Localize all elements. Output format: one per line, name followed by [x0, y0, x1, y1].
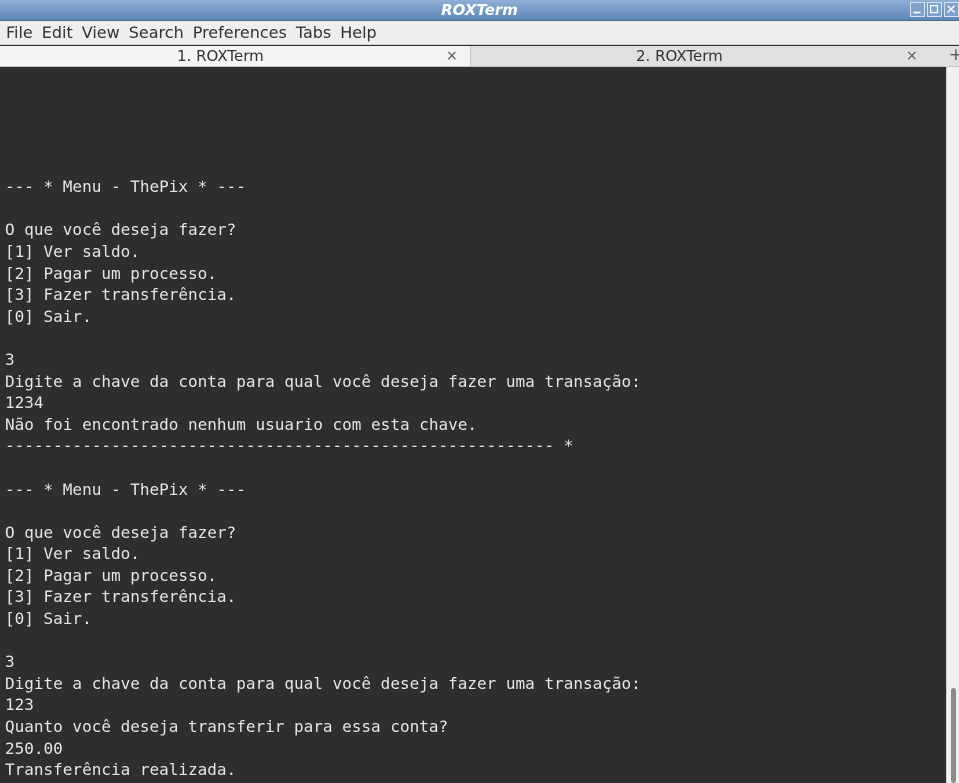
tab-label: 2. ROXTerm [636, 47, 723, 65]
terminal-line: O que você deseja fazer? [5, 220, 237, 240]
tab-roxterm-2[interactable]: 2. ROXTerm × + [471, 45, 959, 66]
tab-close-icon[interactable]: × [446, 46, 458, 66]
terminal-line: 250.00 [5, 738, 63, 758]
scrollbar[interactable] [946, 67, 959, 783]
close-icon [947, 5, 956, 14]
terminal-line: Não foi encontrado nenhum usuario com es… [5, 414, 478, 434]
terminal-line: [1] Ver saldo. [5, 241, 140, 261]
scrollbar-thumb[interactable] [951, 688, 956, 783]
terminal-line: O que você deseja fazer? [5, 522, 237, 542]
maximize-icon [929, 4, 939, 14]
menu-file[interactable]: File [2, 21, 38, 45]
window-title: ROXTerm [441, 1, 518, 19]
tab-label: 1. ROXTerm [177, 47, 264, 65]
menu-search[interactable]: Search [125, 21, 189, 45]
maximize-button[interactable] [927, 2, 942, 17]
minimize-icon [913, 11, 921, 14]
window-controls [908, 2, 959, 18]
terminal-text: --- * Menu - ThePix * --- O que você dese… [5, 176, 641, 781]
terminal-line: ----------------------------------------… [5, 436, 574, 456]
terminal-line: --- * Menu - ThePix * --- [5, 479, 246, 499]
menubar: File Edit View Search Preferences Tabs H… [0, 21, 959, 45]
terminal-line: [0] Sair. [5, 306, 92, 326]
tab-bar: 1. ROXTerm × 2. ROXTerm × + [0, 45, 959, 67]
new-tab-icon[interactable]: + [949, 45, 959, 65]
tab-roxterm-1[interactable]: 1. ROXTerm × [0, 46, 471, 66]
terminal-line: 1234 [5, 393, 44, 413]
terminal-line: Transferência realizada. [5, 760, 237, 780]
menu-tabs[interactable]: Tabs [292, 21, 336, 45]
terminal-line: [2] Pagar um processo. [5, 263, 217, 283]
terminal-output[interactable]: --- * Menu - ThePix * --- O que você dese… [0, 67, 946, 783]
menu-edit[interactable]: Edit [38, 21, 78, 45]
terminal-line: Digite a chave da conta para qual você d… [5, 371, 641, 391]
terminal-line: Quanto você deseja transferir para essa … [5, 717, 449, 737]
terminal-line: 3 [5, 349, 15, 369]
tab-close-icon[interactable]: × [906, 46, 918, 66]
menu-help[interactable]: Help [336, 21, 381, 45]
terminal-line: --- * Menu - ThePix * --- [5, 177, 246, 197]
minimize-button[interactable] [910, 2, 925, 17]
menu-preferences[interactable]: Preferences [189, 21, 292, 45]
terminal-line: Digite a chave da conta para qual você d… [5, 673, 641, 693]
close-button[interactable] [944, 2, 959, 17]
terminal-line: [3] Fazer transferência. [5, 285, 237, 305]
terminal-line: 3 [5, 652, 15, 672]
terminal-line: [0] Sair. [5, 609, 92, 629]
terminal-line: [3] Fazer transferência. [5, 587, 237, 607]
menu-view[interactable]: View [78, 21, 125, 45]
terminal-line: 123 [5, 695, 34, 715]
window-titlebar[interactable]: ROXTerm [0, 0, 959, 21]
terminal-line: [1] Ver saldo. [5, 544, 140, 564]
terminal-line: [2] Pagar um processo. [5, 565, 217, 585]
